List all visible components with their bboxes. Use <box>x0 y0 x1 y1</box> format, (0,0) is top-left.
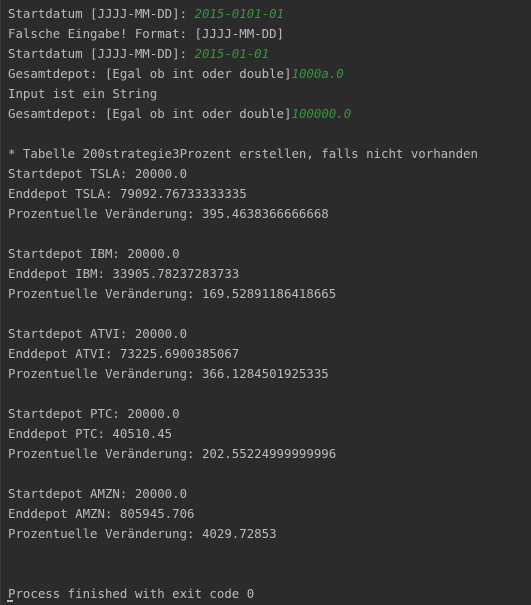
console-line: Startdepot PTC: 20000.0 <box>8 406 180 421</box>
console-line: Enddepot TSLA: 79092.76733333335 <box>8 186 247 201</box>
console-line: Startdepot IBM: 20000.0 <box>8 246 180 261</box>
console-line: Startdepot AMZN: 20000.0 <box>8 486 188 501</box>
console-user-input: 1000a.0 <box>291 66 344 81</box>
console-line: Falsche Eingabe! Format: [JJJJ-MM-DD] <box>8 26 285 41</box>
console-line: Enddepot AMZN: 805945.706 <box>8 506 195 521</box>
console-line: Prozentuelle Veränderung: 395.4638366666… <box>8 206 329 221</box>
console-user-input: 100000.0 <box>291 106 352 121</box>
console-line: Prozentuelle Veränderung: 202.5522499999… <box>8 446 337 461</box>
console-line: Startdatum [JJJJ-MM-DD]: 2015-01-01 <box>8 44 527 64</box>
console-line: Prozentuelle Veränderung: 169.5289118641… <box>8 286 337 301</box>
console-user-input: 2015-01-01 <box>194 46 270 61</box>
console-line: Enddepot IBM: 33905.78237283733 <box>8 266 240 281</box>
console-line: Gesamtdepot: [Egal ob int oder double]10… <box>8 104 527 124</box>
text-cursor <box>7 600 13 602</box>
console-line: Gesamtdepot: [Egal ob int oder double]10… <box>8 64 527 84</box>
console-line: Startdepot ATVI: 20000.0 <box>8 326 188 341</box>
console-line: Prozentuelle Veränderung: 366.1284501925… <box>8 366 329 381</box>
console-line: Prozentuelle Veränderung: 4029.72853 <box>8 526 277 541</box>
console-prompt: Gesamtdepot: [Egal ob int oder double] <box>8 106 292 121</box>
console-line: Enddepot ATVI: 73225.6900385067 <box>8 346 240 361</box>
console-line: * Tabelle 200strategie3Prozent erstellen… <box>8 146 478 161</box>
console-user-input: 2015-0101-01 <box>194 6 285 21</box>
console-line: Startdepot TSLA: 20000.0 <box>8 166 188 181</box>
console-line: Process finished with exit code 0 <box>8 586 255 601</box>
console-prompt: Gesamtdepot: [Egal ob int oder double] <box>8 66 292 81</box>
console-output-text[interactable]: Startdatum [JJJJ-MM-DD]: 2015-0101-01 Fal… <box>8 4 527 604</box>
console-output-panel[interactable]: Startdatum [JJJJ-MM-DD]: 2015-0101-01 Fal… <box>0 0 531 605</box>
console-prompt: Startdatum [JJJJ-MM-DD]: <box>8 6 195 21</box>
console-line: Enddepot PTC: 40510.45 <box>8 426 173 441</box>
console-line: Startdatum [JJJJ-MM-DD]: 2015-0101-01 <box>8 4 527 24</box>
console-prompt: Startdatum [JJJJ-MM-DD]: <box>8 46 195 61</box>
console-line: Input ist ein String <box>8 86 158 101</box>
